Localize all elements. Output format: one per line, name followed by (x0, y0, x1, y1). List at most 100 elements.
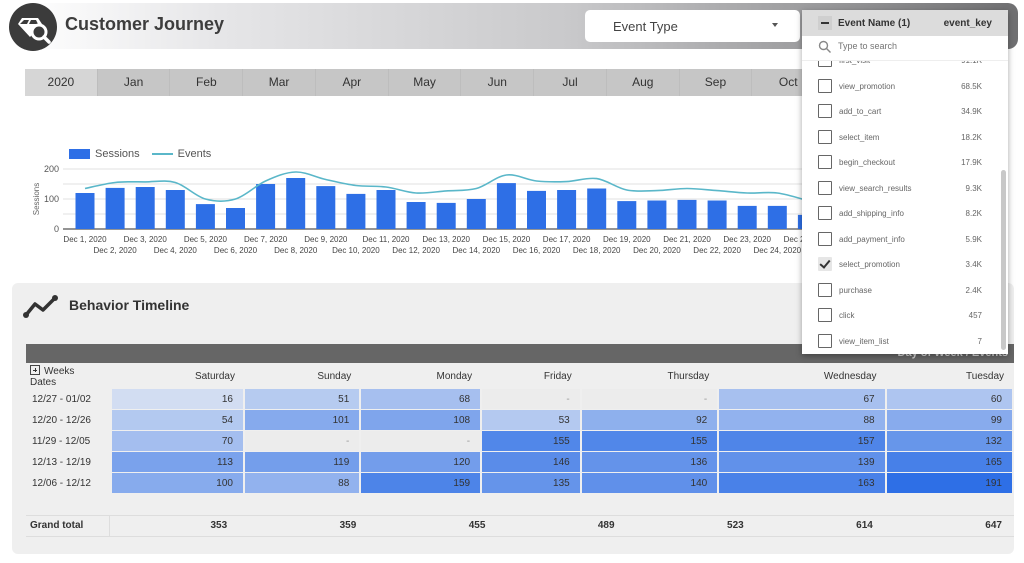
checkbox[interactable] (818, 180, 832, 195)
checkbox[interactable] (818, 333, 832, 348)
heatmap-cell: 139 (719, 452, 885, 472)
heatmap-cell: 155 (581, 431, 718, 451)
column-header[interactable]: Sunday (245, 365, 359, 388)
month-selector: 2020 Jan Feb Mar Apr May Jun Jul Aug Sep… (25, 69, 826, 96)
bar-sessions (376, 190, 396, 229)
heatmap-cell: - (361, 431, 481, 451)
dropdown-option[interactable]: select_promotion 3.4K (802, 252, 998, 278)
dropdown-option[interactable]: view_promotion 68.5K (802, 74, 998, 100)
month-tab[interactable]: Jul (534, 69, 607, 96)
checkbox[interactable] (818, 308, 832, 322)
option-name: add_payment_info (839, 234, 905, 244)
column-header[interactable]: Saturday (112, 365, 243, 388)
caret-down-icon (772, 23, 778, 27)
weeks-dates-header[interactable]: Weeks Dates (28, 365, 110, 388)
heatmap-cell: 88 (719, 410, 885, 430)
grand-total-cell: 353 (210, 520, 228, 531)
grand-total-cell: 455 (468, 520, 486, 531)
checkbox-checked[interactable] (818, 257, 832, 271)
table-row: 12/06 - 12/12 100 88 159 135 140 163 191 (28, 473, 1012, 493)
bar-sessions (406, 202, 426, 229)
bar-sessions (316, 186, 336, 229)
month-tab[interactable]: Feb (170, 69, 244, 96)
y-tick-label: 200 (44, 164, 59, 174)
dropdown-option[interactable]: purchase 2.4K (802, 278, 998, 304)
heatmap-cell: 60 (886, 389, 1012, 409)
month-tab[interactable]: Apr (316, 69, 389, 96)
column-header[interactable]: Wednesday (719, 365, 884, 388)
pivot-table: Weeks Dates Saturday Sunday Monday Frida… (26, 364, 1014, 494)
week-dates-cell: 12/06 - 12/12 (32, 477, 91, 489)
bar-sessions (165, 190, 185, 229)
month-tab[interactable]: Sep (680, 69, 753, 96)
y-tick-label: 0 (54, 224, 59, 234)
checkbox[interactable] (818, 155, 832, 169)
column-header[interactable]: Friday (482, 365, 580, 388)
option-count: 7 (977, 336, 982, 346)
dropdown-option[interactable]: add_payment_info 5.9K (802, 227, 998, 253)
bar-sessions (617, 201, 637, 229)
dropdown-option[interactable]: add_shipping_info 8.2K (802, 201, 998, 227)
month-tab[interactable]: May (389, 69, 462, 96)
event-name-filter-dropdown: Event Name (1) event_key first_visit 91.1… (802, 10, 1008, 354)
option-name: view_item_list (839, 336, 889, 346)
month-tab[interactable]: Aug (607, 69, 680, 96)
dropdown-option[interactable]: select_item 18.2K (802, 125, 998, 151)
x-tick-label: Dec 23, 2020 (723, 235, 771, 244)
option-count: 18.2K (961, 132, 982, 142)
expand-plus-icon[interactable] (30, 365, 40, 375)
heatmap-cell: 135 (482, 473, 580, 493)
table-row: 12/20 - 12/26 54 101 108 53 92 88 99 (28, 410, 1012, 430)
heatmap-cell: 146 (482, 452, 580, 472)
x-tick-label: Dec 12, 2020 (392, 246, 440, 255)
heatmap-cell: - (581, 389, 718, 409)
x-tick-label: Dec 7, 2020 (244, 235, 288, 244)
month-tab-year[interactable]: 2020 (25, 69, 98, 96)
week-dates-cell: 12/27 - 01/02 (32, 393, 91, 405)
x-tick-label: Dec 2, 2020 (94, 246, 138, 255)
month-tab[interactable]: Jun (461, 69, 535, 96)
heatmap-cell: 119 (244, 452, 360, 472)
heatmap-cell: 191 (886, 473, 1012, 493)
legend-events-label: Events (177, 148, 212, 160)
checkbox[interactable] (818, 78, 832, 93)
checkbox[interactable] (818, 206, 832, 220)
checkbox[interactable] (818, 61, 832, 67)
column-header[interactable]: Monday (361, 365, 480, 388)
month-tab[interactable]: Jan (98, 69, 171, 96)
diamond-search-icon (9, 3, 57, 51)
heatmap-cell: 68 (361, 389, 481, 409)
checkbox[interactable] (818, 104, 832, 118)
dropdown-header: Event Name (1) event_key (802, 10, 1008, 36)
dropdown-options-list: first_visit 91.1K view_promotion 68.5K add_t… (802, 61, 1008, 351)
dropdown-option[interactable]: add_to_cart 34.9K (802, 99, 998, 125)
heatmap-cell: 53 (482, 410, 580, 430)
option-name: click (839, 311, 855, 320)
dropdown-scrollbar[interactable] (1001, 170, 1006, 350)
bar-sessions (557, 190, 577, 229)
heatmap-cell: 140 (581, 473, 718, 493)
event-type-dropdown[interactable]: Event Type (585, 10, 800, 42)
checkbox[interactable] (818, 231, 832, 246)
column-header[interactable]: Tuesday (887, 365, 1012, 388)
dropdown-option[interactable]: view_search_results 9.3K (802, 176, 998, 202)
month-tab[interactable]: Mar (243, 69, 316, 96)
week-dates-cell: 11/29 - 12/05 (32, 435, 91, 447)
checkbox[interactable] (818, 282, 832, 297)
checkbox[interactable] (818, 129, 832, 144)
bar-sessions (195, 204, 215, 229)
dropdown-option[interactable]: first_visit 91.1K (802, 61, 998, 74)
dropdown-option[interactable]: view_item_list 7 (802, 329, 998, 352)
dropdown-option[interactable]: begin_checkout 17.9K (802, 150, 998, 176)
x-tick-label: Dec 22, 2020 (693, 246, 741, 255)
column-header[interactable]: Thursday (582, 365, 717, 388)
deselect-all-minus-icon[interactable] (818, 16, 832, 30)
bar-sessions (527, 190, 546, 229)
x-tick-label: Dec 3, 2020 (124, 235, 168, 244)
dropdown-option[interactable]: click 457 (802, 303, 998, 329)
x-tick-label: Dec 4, 2020 (154, 246, 198, 255)
search-input[interactable] (838, 41, 988, 51)
heatmap-cell: 88 (244, 473, 360, 493)
heatmap-cell: 99 (886, 410, 1012, 430)
bar-sessions (286, 178, 306, 229)
